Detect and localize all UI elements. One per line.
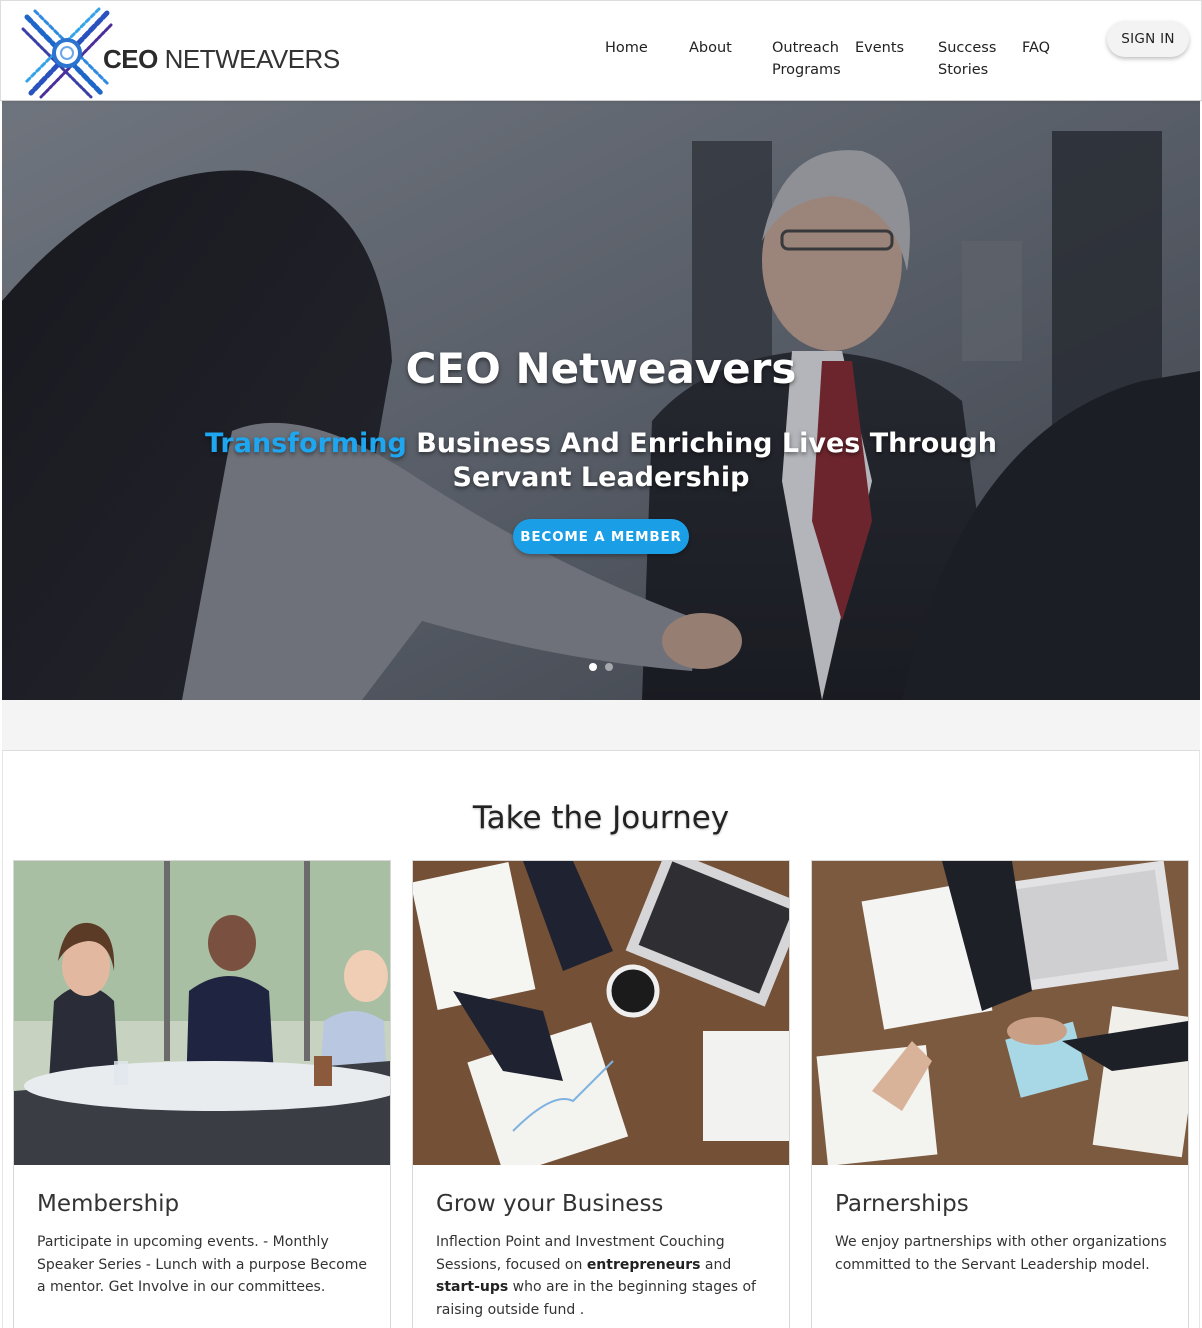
nav-item-faq[interactable]: FAQ [1022,37,1050,59]
nav-item-success-stories[interactable]: Success Stories [938,37,996,81]
grow-business-image [413,861,789,1165]
hero-carousel: CEO Netweavers Transforming Business And… [2,101,1200,700]
card-text: We enjoy partnerships with other organiz… [835,1234,1167,1273]
card-grow-business[interactable]: Grow your Business Inflection Point and … [412,860,790,1328]
brand-wordmark: CEO NETWEAVERS [103,44,340,75]
nav-item-events[interactable]: Events [855,37,904,59]
nav-item-home[interactable]: Home [605,37,648,59]
card-text-bold: entrepreneurs [586,1256,701,1273]
partnerships-image [812,861,1188,1165]
hero-subtitle: Transforming Business And Enriching Live… [202,427,1000,495]
hero-subtitle-rest: Business And Enriching Lives Through Ser… [406,428,998,493]
brand-logo[interactable]: CEO NETWEAVERS [21,7,340,99]
nav-item-outreach-programs[interactable]: Outreach Programs [772,37,841,81]
brand-name-light: NETWEAVERS [157,44,341,74]
card-title: Parnerships [835,1191,969,1217]
card-title: Grow your Business [436,1191,664,1217]
nav-item-about[interactable]: About [689,37,732,59]
journey-title: Take the Journey [472,800,730,836]
site-header: CEO NETWEAVERS Home About Outreach Progr… [0,0,1202,101]
hero-overlay [2,101,1200,700]
card-text: Participate in upcoming events. - Monthl… [37,1234,367,1295]
card-text-part: and [700,1256,732,1273]
card-membership[interactable]: Membership Participate in upcoming event… [13,860,391,1328]
carousel-dot-1[interactable] [589,663,597,671]
brand-name-bold: CEO [103,44,158,74]
logo-icon [21,7,113,99]
section-divider [2,700,1200,751]
card-text: Inflection Point and Investment Couching… [436,1231,771,1321]
membership-image [14,861,390,1165]
sign-in-button[interactable]: SIGN IN [1107,21,1189,57]
carousel-dot-2[interactable] [605,663,613,671]
hero-subtitle-accent: Transforming [204,428,407,459]
card-title: Membership [37,1191,180,1217]
card-partnerships[interactable]: Parnerships We enjoy partnerships with o… [811,860,1189,1328]
become-member-button[interactable]: BECOME A MEMBER [513,519,689,554]
card-text-bold: start-ups [436,1279,509,1295]
hero-title: CEO Netweavers [405,344,797,393]
